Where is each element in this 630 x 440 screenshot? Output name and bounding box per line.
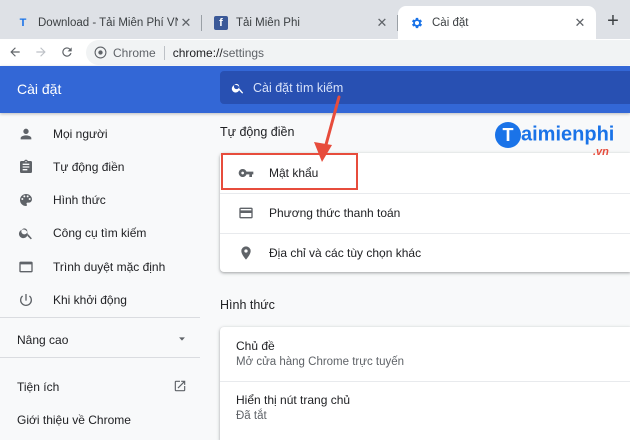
theme-subtitle: Mở cửa hàng Chrome trực tuyến <box>236 356 405 368</box>
sidebar-item-autofill[interactable]: Tự động điền <box>17 156 124 178</box>
search-icon <box>231 83 244 94</box>
tab-download[interactable]: T Download - Tải Miễn Phí VN - Ph ✕ <box>4 6 202 39</box>
browser-toolbar: Chrome chrome://settings <box>0 39 630 66</box>
address-bar[interactable]: Chrome chrome://settings <box>86 40 630 65</box>
palette-icon <box>17 191 35 209</box>
sidebar-item-label: Khi khởi động <box>53 293 127 307</box>
chrome-logo-icon <box>94 46 107 59</box>
sidebar-advanced-toggle[interactable]: Nâng cao <box>17 333 187 347</box>
tab-title: Download - Tải Miễn Phí VN - Ph <box>38 16 178 29</box>
external-link-icon <box>174 380 186 392</box>
appearance-card: Chủ đề Mở cửa hàng Chrome trực tuyến Hiể… <box>220 327 630 440</box>
sidebar-item-extensions[interactable]: Tiện ích <box>17 380 187 394</box>
addresses-label: Địa chỉ và các tùy chọn khác <box>269 246 422 260</box>
annotation-arrow-icon <box>314 95 341 162</box>
close-tab-icon[interactable]: ✕ <box>572 15 588 31</box>
back-button[interactable] <box>4 41 26 63</box>
url-text[interactable]: chrome://settings <box>173 46 264 60</box>
taimienphi-logo: Taimienphi .vn <box>495 122 615 158</box>
site-info[interactable]: Chrome <box>86 46 156 60</box>
search-icon <box>17 224 35 242</box>
sidebar-item-default-browser[interactable]: Trình duyệt mặc định <box>17 256 165 278</box>
gear-icon <box>410 16 424 30</box>
home-button-subtitle: Đã tắt <box>236 410 267 422</box>
sidebar-divider <box>0 317 200 318</box>
close-tab-icon[interactable]: ✕ <box>374 15 390 31</box>
taimienphi-favicon-icon: T <box>19 16 27 29</box>
payment-methods-row[interactable]: Phương thức thanh toán <box>220 193 630 232</box>
appearance-section-title: Hình thức <box>220 298 275 312</box>
sidebar-divider <box>0 357 200 358</box>
forward-button[interactable] <box>30 41 52 63</box>
forward-arrow-icon <box>36 47 46 57</box>
logo-letter: T <box>495 122 521 148</box>
logo-brand: aimienphi <box>521 123 615 146</box>
sidebar-item-on-startup[interactable]: Khi khởi động <box>17 289 127 311</box>
power-icon <box>17 291 35 309</box>
tab-strip: T Download - Tải Miễn Phí VN - Ph ✕ f Tả… <box>0 0 630 39</box>
theme-row[interactable]: Chủ đề Mở cửa hàng Chrome trực tuyến <box>220 327 630 379</box>
browser-icon <box>17 258 35 276</box>
new-tab-button[interactable]: + <box>601 10 625 34</box>
sidebar-item-people[interactable]: Mọi người <box>17 123 108 145</box>
extensions-label: Tiện ích <box>17 380 60 394</box>
clipboard-icon <box>17 158 35 176</box>
location-pin-icon <box>237 244 255 262</box>
reload-button[interactable] <box>56 41 78 63</box>
tab-facebook[interactable]: f Tải Miễn Phi ✕ <box>202 6 398 39</box>
reload-icon <box>62 47 72 57</box>
credit-card-icon <box>237 204 255 222</box>
sidebar-item-label: Mọi người <box>53 127 108 141</box>
home-button-title: Hiển thị nút trang chủ <box>236 393 351 407</box>
close-tab-icon[interactable]: ✕ <box>178 15 194 31</box>
payment-methods-label: Phương thức thanh toán <box>269 206 401 220</box>
page-title: Cài đặt <box>17 81 62 97</box>
theme-title: Chủ đề <box>236 339 275 353</box>
settings-search-input[interactable]: Cài đặt tìm kiếm <box>220 71 630 104</box>
sidebar-item-label: Trình duyệt mặc định <box>53 260 166 274</box>
url-path: settings <box>222 45 265 60</box>
settings-sidebar: Mọi người Tự động điền Hình thức Công cụ… <box>0 113 200 440</box>
addresses-row[interactable]: Địa chỉ và các tùy chọn khác <box>220 233 630 272</box>
chevron-down-icon <box>179 337 185 341</box>
person-icon <box>17 125 35 143</box>
sidebar-item-appearance[interactable]: Hình thức <box>17 189 106 211</box>
url-scheme: chrome:// <box>172 45 223 60</box>
site-label: Chrome <box>113 45 156 60</box>
tab-settings[interactable]: Cài đặt ✕ <box>398 6 596 39</box>
sidebar-item-about-chrome[interactable]: Giới thiệu về Chrome <box>17 413 131 427</box>
facebook-favicon-icon: f <box>214 15 228 30</box>
sidebar-item-search-engine[interactable]: Công cụ tìm kiếm <box>17 222 146 244</box>
back-arrow-icon <box>10 47 20 57</box>
tab-title: Tải Miễn Phi <box>236 16 300 29</box>
advanced-label: Nâng cao <box>17 333 69 347</box>
sidebar-item-label: Hình thức <box>53 193 106 207</box>
sidebar-item-label: Công cụ tìm kiếm <box>53 226 147 240</box>
logo-tld: .vn <box>593 146 609 158</box>
sidebar-item-label: Tự động điền <box>53 160 125 174</box>
show-home-button-row[interactable]: Hiển thị nút trang chủ Đã tắt <box>220 382 630 434</box>
autofill-section-title: Tự động điền <box>220 125 295 139</box>
omnibox-separator <box>163 45 165 60</box>
tab-title: Cài đặt <box>432 16 469 29</box>
